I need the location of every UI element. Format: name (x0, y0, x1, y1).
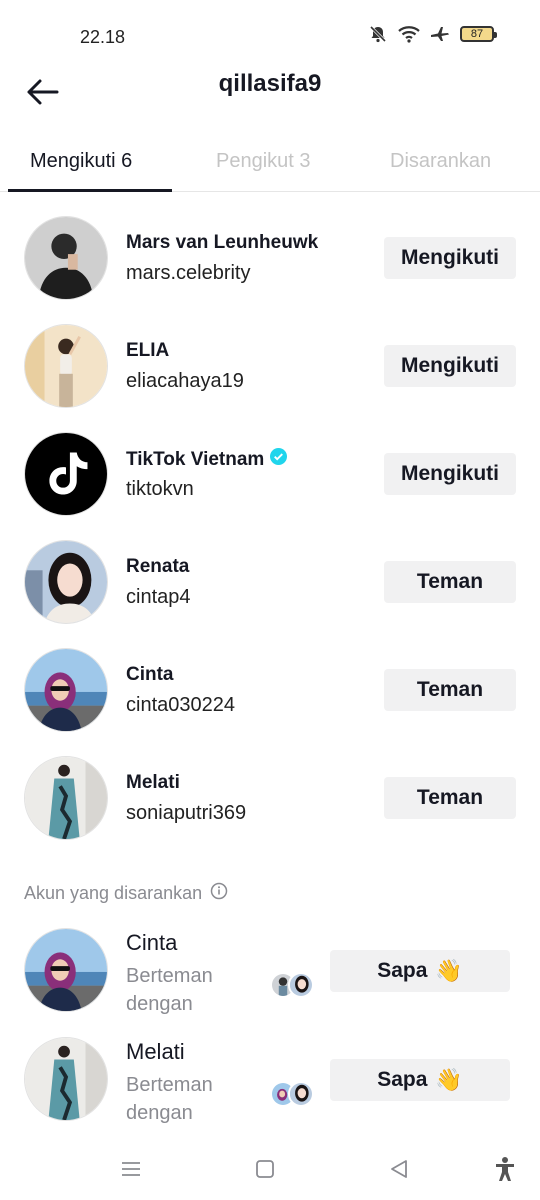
status-icons: 87 (368, 24, 497, 44)
avatar[interactable] (24, 756, 108, 840)
friends-button[interactable]: Teman (384, 561, 516, 603)
user-name: Mars van Leunheuwk (126, 232, 319, 253)
user-handle: tiktokvn (126, 478, 194, 500)
user-name: Melati (126, 772, 180, 793)
friends-button[interactable]: Teman (384, 669, 516, 711)
mini-avatar (288, 972, 314, 998)
accessibility-button[interactable] (490, 1154, 520, 1184)
accessibility-icon (496, 1157, 514, 1181)
following-row[interactable]: ELIA eliacahaya19 Mengikuti (0, 316, 540, 424)
user-handle: cintap4 (126, 586, 191, 608)
battery-indicator: 87 (460, 26, 497, 42)
mutual-friends-avatars (270, 1081, 316, 1107)
user-name: Melati (126, 1039, 185, 1064)
following-row[interactable]: Renata cintap4 Teman (0, 532, 540, 640)
avatar[interactable] (24, 216, 108, 300)
tab-suggested[interactable]: Disarankan (390, 150, 491, 173)
following-row[interactable]: Melati soniaputri369 Teman (0, 748, 540, 856)
menu-lines-icon (122, 1162, 140, 1176)
avatar[interactable] (24, 432, 108, 516)
avatar[interactable] (24, 648, 108, 732)
wifi-icon (398, 25, 420, 43)
triangle-back-icon (391, 1160, 407, 1178)
avatar[interactable] (24, 1037, 108, 1121)
user-handle: mars.celebrity (126, 262, 251, 284)
tiktok-logo-icon (25, 433, 107, 515)
suggested-row[interactable]: Cinta Berteman dengan Sapa 👋 (0, 928, 540, 1028)
suggested-section-title: Akun yang disarankan (24, 882, 228, 905)
mutual-friends-text: Berteman dengan (126, 965, 213, 1015)
recent-apps-button[interactable] (116, 1154, 146, 1184)
page-title: qillasifa9 (218, 70, 322, 97)
user-name: Cinta (126, 930, 178, 955)
info-icon[interactable] (210, 882, 228, 905)
say-hi-button[interactable]: Sapa 👋 (330, 1059, 510, 1101)
user-name: ELIA (126, 340, 170, 361)
user-handle: soniaputri369 (126, 802, 247, 824)
user-name: Cinta (126, 664, 174, 685)
mini-avatar (288, 1081, 314, 1107)
home-button[interactable] (250, 1154, 280, 1184)
verified-badge-icon (270, 448, 288, 471)
following-row[interactable]: TikTok Vietnam tiktokvn Mengikuti (0, 424, 540, 532)
tab-followers[interactable]: Pengikut 3 (216, 150, 311, 173)
following-button[interactable]: Mengikuti (384, 237, 516, 279)
airplane-icon (430, 25, 450, 43)
user-name: Renata (126, 556, 190, 577)
following-row[interactable]: Mars van Leunheuwk mars.celebrity Mengik… (0, 208, 540, 316)
waving-hand-icon: 👋 (435, 1067, 463, 1092)
header: qillasifa9 (0, 60, 540, 124)
following-row[interactable]: Cinta cinta030224 Teman (0, 640, 540, 748)
suggested-row[interactable]: Melati Berteman dengan Sapa 👋 (0, 1037, 540, 1137)
mutual-friends-avatars (270, 972, 316, 998)
status-time: 22.18 (80, 27, 126, 47)
avatar[interactable] (24, 928, 108, 1012)
waving-hand-icon: 👋 (435, 958, 463, 983)
system-nav-bar (0, 1136, 540, 1200)
user-name: TikTok Vietnam (126, 448, 288, 471)
square-icon (256, 1160, 274, 1178)
following-button[interactable]: Mengikuti (384, 453, 516, 495)
say-hi-button[interactable]: Sapa 👋 (330, 950, 510, 992)
friends-button[interactable]: Teman (384, 777, 516, 819)
user-handle: cinta030224 (126, 694, 235, 716)
tab-following[interactable]: Mengikuti 6 (30, 150, 132, 173)
avatar[interactable] (24, 540, 108, 624)
active-tab-indicator (8, 189, 172, 192)
mutual-friends-text: Berteman dengan (126, 1074, 213, 1124)
back-nav-button[interactable] (384, 1154, 414, 1184)
user-handle: eliacahaya19 (126, 370, 244, 392)
avatar[interactable] (24, 324, 108, 408)
bell-muted-icon (368, 24, 388, 44)
tab-bar: Mengikuti 6 Pengikut 3 Disarankan (0, 138, 540, 192)
following-button[interactable]: Mengikuti (384, 345, 516, 387)
